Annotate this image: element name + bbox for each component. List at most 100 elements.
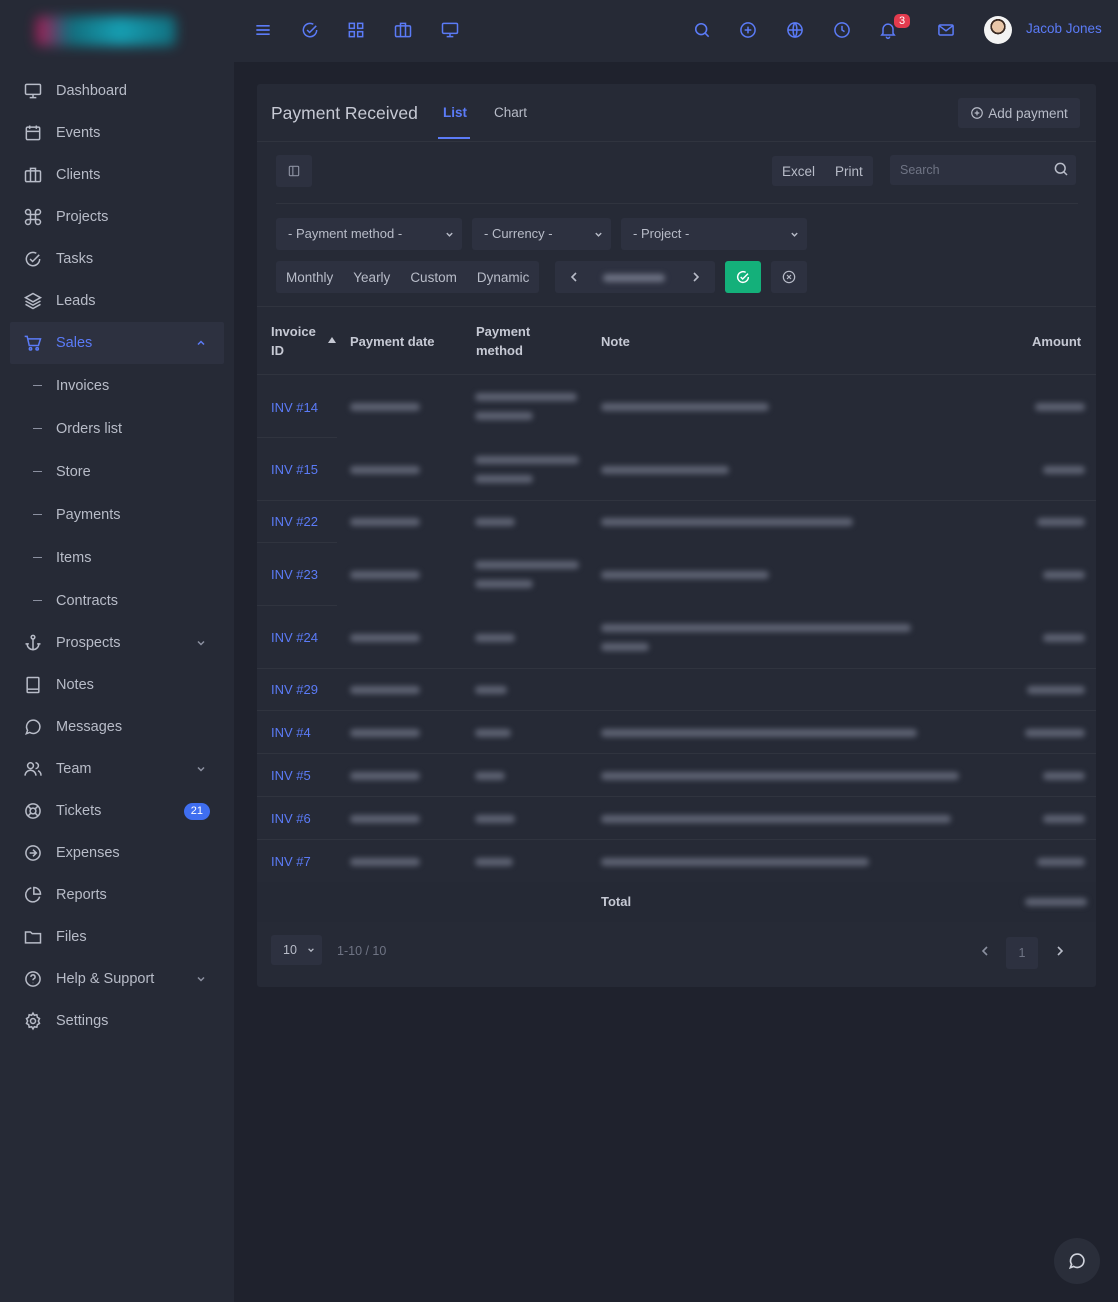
page-size-value: 10: [283, 943, 297, 957]
sidebar-item-reports[interactable]: Reports: [0, 874, 234, 916]
period-button-group: Monthly Yearly Custom Dynamic: [276, 261, 540, 293]
column-header-payment-date[interactable]: Payment date: [350, 332, 435, 351]
tab-list[interactable]: List: [443, 105, 467, 120]
sidebar-subitem-orders-list[interactable]: Orders list: [0, 407, 234, 450]
avatar[interactable]: [984, 16, 1012, 44]
apply-filter-button[interactable]: [725, 261, 761, 293]
print-button[interactable]: Print: [825, 164, 873, 179]
sidebar-item-team[interactable]: Team: [0, 748, 234, 790]
sidebar-subitem-payments[interactable]: Payments: [0, 493, 234, 536]
blurred-cell: [1043, 466, 1085, 474]
sidebar-subitem-contracts[interactable]: Contracts: [0, 579, 234, 622]
invoice-link[interactable]: INV #6: [271, 811, 311, 826]
blurred-cell: [350, 571, 420, 579]
sidebar-item-notes[interactable]: Notes: [0, 664, 234, 706]
chevron-left-icon[interactable]: [979, 945, 991, 957]
chevron-left-icon[interactable]: [567, 270, 581, 284]
sidebar-item-label: Leads: [56, 293, 96, 309]
period-monthly-button[interactable]: Monthly: [276, 270, 343, 285]
invoice-link[interactable]: INV #15: [271, 462, 318, 477]
blurred-cell: [601, 571, 769, 579]
currency-select[interactable]: - Currency -: [472, 218, 611, 250]
invoice-link[interactable]: INV #24: [271, 630, 318, 645]
sidebar-subitem-label: Contracts: [56, 592, 119, 609]
sidebar-item-dashboard[interactable]: Dashboard: [0, 70, 234, 112]
sidebar-subitem-store[interactable]: Store: [0, 450, 234, 493]
project-select[interactable]: - Project -: [621, 218, 807, 250]
add-payment-button[interactable]: Add payment: [958, 98, 1080, 128]
message-circle-icon: [25, 719, 41, 735]
sidebar-item-expenses[interactable]: Expenses: [0, 832, 234, 874]
column-header-note[interactable]: Note: [601, 332, 630, 351]
sidebar-item-projects[interactable]: Projects: [0, 196, 234, 238]
mail-icon[interactable]: [936, 20, 956, 40]
page-size-select[interactable]: 10: [271, 935, 322, 965]
period-dynamic-button[interactable]: Dynamic: [467, 270, 540, 285]
clear-filter-button[interactable]: [771, 261, 807, 293]
invoice-link[interactable]: INV #23: [271, 567, 318, 582]
column-header-invoice-id[interactable]: Invoice ID: [271, 322, 329, 360]
app-logo[interactable]: [0, 0, 234, 62]
tickets-count-badge: 21: [183, 803, 210, 820]
payment-method-select[interactable]: - Payment method -: [276, 218, 462, 250]
invoice-link[interactable]: INV #4: [271, 725, 311, 740]
columns-icon: [288, 165, 300, 177]
blurred-cell: [1037, 518, 1085, 526]
sidebar-item-prospects[interactable]: Prospects: [0, 622, 234, 664]
sidebar-item-sales[interactable]: Sales: [10, 322, 224, 364]
user-name[interactable]: Jacob Jones: [1026, 21, 1102, 36]
excel-button[interactable]: Excel: [772, 164, 825, 179]
plus-circle-icon[interactable]: [738, 20, 758, 40]
sidebar-item-help-support[interactable]: Help & Support: [0, 958, 234, 1000]
chat-button[interactable]: [1054, 1238, 1100, 1284]
sort-ascending-icon[interactable]: [328, 337, 336, 343]
divider: [257, 306, 1096, 307]
chevron-right-icon[interactable]: [1054, 945, 1066, 957]
chevron-right-icon[interactable]: [689, 270, 703, 284]
invoice-link[interactable]: INV #7: [271, 854, 311, 869]
menu-icon[interactable]: [253, 20, 273, 40]
column-toggle-button[interactable]: [276, 155, 312, 187]
check-circle-icon[interactable]: [300, 20, 320, 40]
search-icon[interactable]: [1052, 160, 1070, 178]
x-circle-icon: [782, 270, 796, 284]
search-input[interactable]: [890, 155, 1076, 185]
page-button[interactable]: 1: [1006, 937, 1038, 969]
clock-icon[interactable]: [832, 20, 852, 40]
globe-icon[interactable]: [785, 20, 805, 40]
invoice-link[interactable]: INV #14: [271, 400, 318, 415]
blurred-cell: [350, 815, 420, 823]
sidebar-subitem-items[interactable]: Items: [0, 536, 234, 579]
sidebar-item-events[interactable]: Events: [0, 112, 234, 154]
total-amount-blurred: [1025, 898, 1087, 906]
period-yearly-button[interactable]: Yearly: [343, 270, 400, 285]
blurred-cell: [1025, 729, 1085, 737]
tab-chart[interactable]: Chart: [494, 105, 527, 120]
monitor-icon[interactable]: [440, 20, 460, 40]
blurred-cell: [601, 772, 959, 780]
divider: [257, 141, 1096, 142]
sidebar-subitem-invoices[interactable]: Invoices: [0, 364, 234, 407]
sidebar-item-settings[interactable]: Settings: [0, 1000, 234, 1042]
search-icon[interactable]: [692, 20, 712, 40]
sidebar-item-label: Clients: [56, 167, 101, 183]
page-title: Payment Received: [271, 103, 418, 123]
period-custom-button[interactable]: Custom: [400, 270, 467, 285]
invoice-link[interactable]: INV #22: [271, 514, 318, 529]
sidebar-item-messages[interactable]: Messages: [0, 706, 234, 748]
column-header-payment-method[interactable]: Payment method: [476, 322, 546, 360]
sidebar-item-leads[interactable]: Leads: [0, 280, 234, 322]
grid-icon[interactable]: [346, 20, 366, 40]
column-header-amount[interactable]: Amount: [1032, 332, 1081, 351]
invoice-link[interactable]: INV #5: [271, 768, 311, 783]
briefcase-icon[interactable]: [393, 20, 413, 40]
sidebar-item-tasks[interactable]: Tasks: [0, 238, 234, 280]
sidebar-item-clients[interactable]: Clients: [0, 154, 234, 196]
blurred-cell: [475, 456, 579, 464]
invoice-link[interactable]: INV #29: [271, 682, 318, 697]
sidebar-item-files[interactable]: Files: [0, 916, 234, 958]
check-circle-icon: [25, 251, 41, 267]
sidebar-item-tickets[interactable]: Tickets 21: [0, 790, 234, 832]
anchor-icon: [25, 634, 41, 651]
add-payment-label: Add payment: [988, 105, 1068, 121]
